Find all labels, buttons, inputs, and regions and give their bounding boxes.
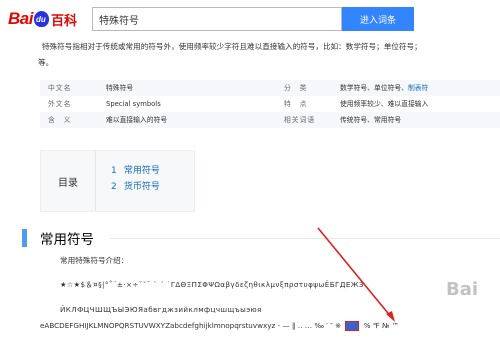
- section-lead: 常用特殊符号介绍：: [60, 256, 129, 265]
- symbol-line: eABCDEFGHIJKLMNOPQRSTUVWXYZabcdefghijklm…: [40, 321, 399, 331]
- info-value: 传统符号、常用符号: [340, 116, 402, 124]
- table-of-contents: 目录 1 常用符号 2 货币符号: [40, 150, 195, 212]
- watermark-glyph: Bai: [445, 279, 479, 300]
- baidu-baike-logo[interactable]: Bai 百科: [8, 8, 77, 30]
- info-key: 含 义: [48, 116, 72, 124]
- search-input[interactable]: [93, 8, 341, 30]
- toc-item-label: 常用符号: [123, 166, 160, 176]
- toc-item-number: 1: [111, 166, 117, 176]
- symbol-text: eABCDEFGHIJKLMNOPQRSTUVWXYZabcdefghijklm…: [40, 321, 342, 330]
- toc-list: 1 常用符号 2 货币符号: [111, 163, 160, 195]
- info-key: 相关词语: [284, 116, 316, 124]
- toc-title: 目录: [41, 151, 96, 211]
- intro-line-1: 特殊符号指相对于传统或常用的符号外，使用频率较少字符且难以直接输入的符号，比如：…: [42, 42, 422, 51]
- tab-symbol-link[interactable]: 制表符: [408, 84, 428, 92]
- basic-info-table: 中文名 特殊符号 分 类 数学符号、单位符号、制表符 外文名 Special s…: [40, 80, 500, 128]
- info-value: 特殊符号: [106, 84, 134, 92]
- info-value: 数学符号、单位符号、制表符: [340, 80, 428, 96]
- logo-text-bai: Bai: [8, 9, 33, 28]
- highlighted-symbol[interactable]: [345, 321, 360, 331]
- info-key: 中文名: [48, 84, 72, 92]
- intro-paragraph: 特殊符号指相对于传统或常用的符号外，使用频率较少字符且难以直接输入的符号，比如：…: [38, 39, 500, 71]
- symbol-text: % ℉ № ™: [363, 321, 399, 330]
- info-key: 特 点: [284, 100, 308, 108]
- section-title: 常用符号: [40, 232, 94, 248]
- intro-line-2: 等。: [38, 58, 54, 67]
- info-value: 使用频率较少、难以直接输入: [340, 100, 429, 108]
- watermark: Bai: [430, 280, 494, 320]
- info-row: 外文名 Special symbols 特 点 使用频率较少、难以直接输入: [40, 96, 500, 112]
- info-value: 难以直接输入的符号: [106, 116, 168, 124]
- info-value: Special symbols: [106, 100, 161, 108]
- toc-item-common-symbols[interactable]: 1 常用符号: [111, 163, 160, 179]
- section-marker: [22, 229, 27, 247]
- logo-text-baike: 百科: [50, 12, 77, 28]
- symbol-line: ЙКЛФЦЧШЩЪЫЭЮЯабвгджзийклмфцчшщъыэюя: [60, 305, 262, 314]
- toc-item-currency-symbols[interactable]: 2 货币符号: [111, 179, 160, 195]
- info-key: 外文名: [48, 100, 72, 108]
- header-bar: Bai 百科 进入词条: [0, 0, 500, 38]
- toc-item-label: 货币符号: [123, 182, 160, 192]
- info-key: 分 类: [284, 84, 308, 92]
- enter-entry-button[interactable]: 进入词条: [342, 7, 414, 31]
- search-box: [92, 7, 342, 31]
- info-row: 中文名 特殊符号 分 类 数学符号、单位符号、制表符: [40, 80, 500, 96]
- info-value-text: 数学符号、单位符号、: [340, 84, 408, 92]
- info-row: 含 义 难以直接输入的符号 相关词语 传统符号、常用符号: [40, 112, 500, 128]
- toc-item-number: 2: [111, 182, 117, 192]
- baidu-paw-icon: [33, 11, 49, 27]
- symbol-line: ★☆★$＆¤§|°˚¨±·×÷ˇ˘ˉ ˋ ˊ ˙ΓΔΘΞΠΣΦΨΩαβγδεζη…: [60, 280, 364, 289]
- section-divider: [110, 238, 500, 239]
